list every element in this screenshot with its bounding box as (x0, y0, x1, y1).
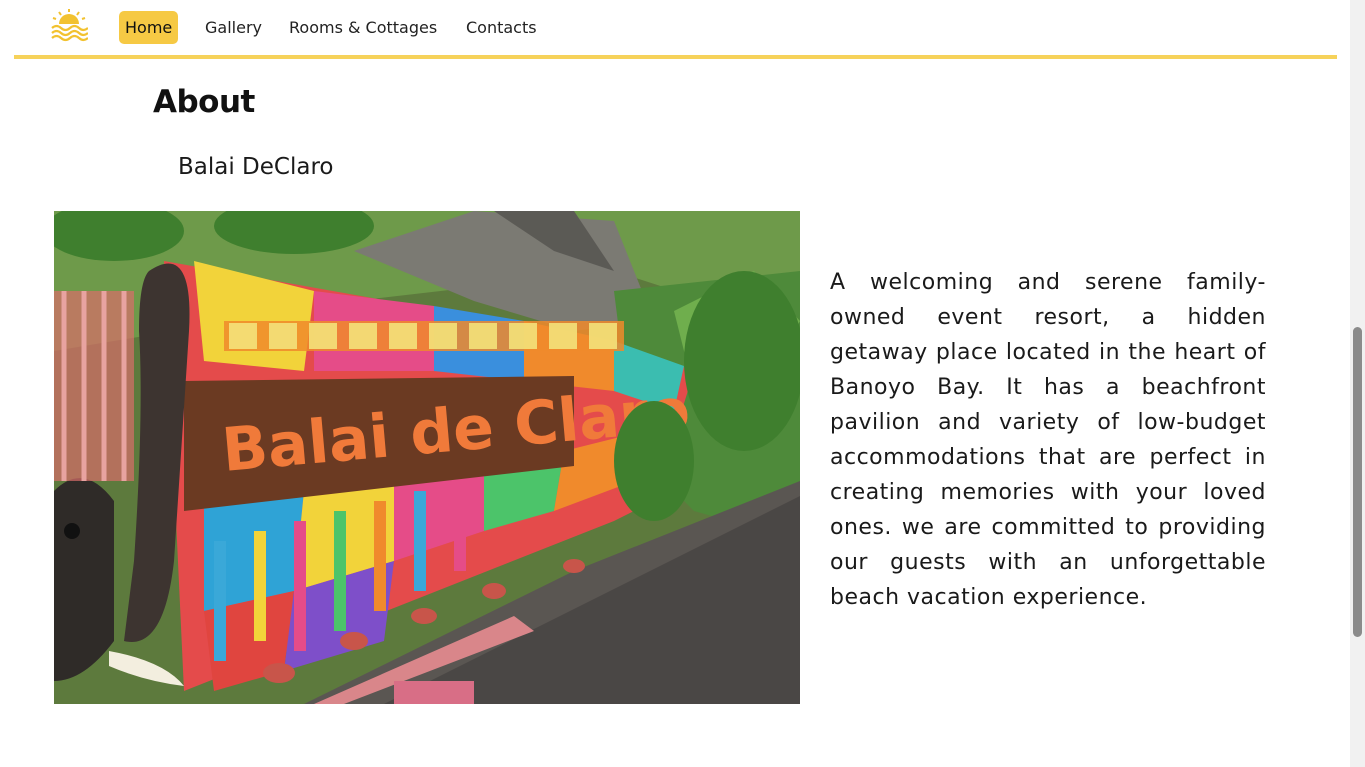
resort-entrance-photo: Balai de Claro (54, 211, 800, 704)
about-heading: About (153, 84, 255, 120)
nav-home-link[interactable]: Home (119, 11, 179, 44)
sun-waves-icon[interactable] (50, 8, 88, 42)
nav-gallery-link[interactable]: Gallery (205, 11, 262, 44)
page-scrollbar[interactable] (1350, 0, 1365, 767)
nav-rooms-cottages-link[interactable]: Rooms & Cottages (289, 11, 437, 44)
resort-name: Balai DeClaro (178, 154, 334, 180)
nav-contacts-link[interactable]: Contacts (466, 11, 537, 44)
about-description: A welcoming and serene family-owned even… (830, 270, 1266, 610)
scrollbar-thumb[interactable] (1353, 327, 1362, 637)
top-navbar: Home Gallery Rooms & Cottages Contacts (14, 0, 1337, 59)
